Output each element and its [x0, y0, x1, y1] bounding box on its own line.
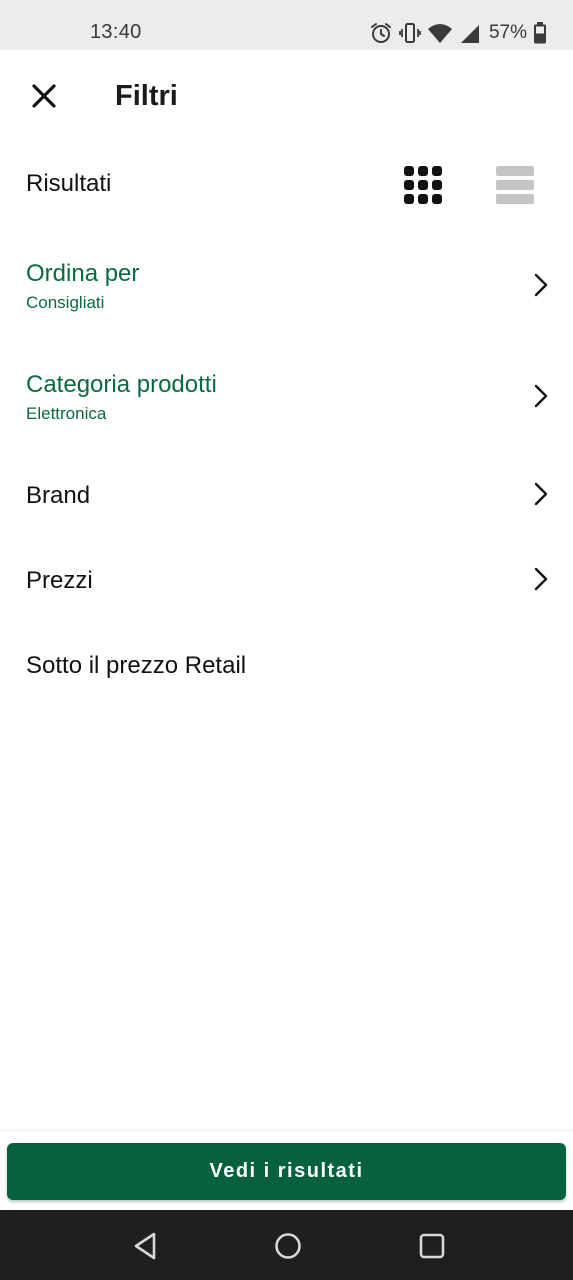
- chevron-right-icon: [534, 482, 548, 506]
- filter-item-brand[interactable]: Brand: [0, 462, 573, 528]
- recents-icon: [419, 1233, 445, 1259]
- grid-view-button[interactable]: [400, 164, 446, 208]
- vibrate-icon: [399, 23, 421, 43]
- grid-view-icon: [404, 166, 442, 204]
- back-icon: [134, 1232, 156, 1260]
- filter-title: Sotto il prezzo Retail: [26, 652, 247, 679]
- filter-title: Prezzi: [26, 567, 93, 594]
- signal-icon: [460, 25, 479, 43]
- results-label: Risultati: [26, 170, 112, 197]
- divider: [0, 1130, 573, 1131]
- filter-subtitle: Elettronica: [26, 404, 107, 423]
- close-icon: [32, 84, 56, 108]
- navigation-bar: [0, 1210, 573, 1280]
- results-row: Risultati: [0, 150, 573, 220]
- page-title: Filtri: [115, 80, 178, 112]
- chevron-right-icon: [534, 567, 548, 591]
- alarm-icon: [370, 23, 391, 43]
- filter-item-categoria-prodotti[interactable]: Categoria prodotti Elettronica: [0, 351, 573, 441]
- filter-title: Categoria prodotti: [26, 371, 217, 398]
- filter-item-ordina-per[interactable]: Ordina per Consigliati: [0, 240, 573, 330]
- chevron-right-icon: [534, 273, 548, 297]
- home-icon: [275, 1233, 301, 1259]
- filter-item-sotto-prezzo-retail[interactable]: Sotto il prezzo Retail: [0, 632, 573, 698]
- list-view-button[interactable]: [492, 164, 538, 208]
- chevron-right-icon: [534, 384, 548, 408]
- see-results-button[interactable]: Vedi i risultati: [7, 1143, 566, 1200]
- filter-title: Brand: [26, 482, 91, 509]
- status-icons: 57%: [369, 20, 547, 46]
- battery-percent: 57%: [488, 22, 527, 43]
- close-button[interactable]: [26, 78, 62, 114]
- nav-back-button[interactable]: [130, 1230, 162, 1262]
- filter-subtitle: Consigliati: [26, 293, 105, 312]
- battery-icon: [534, 22, 546, 44]
- header: Filtri: [0, 50, 573, 140]
- wifi-icon: [427, 24, 452, 43]
- filter-title: Ordina per: [26, 260, 140, 287]
- list-view-icon: [496, 166, 534, 204]
- status-bar: 13:40 57%: [0, 0, 573, 50]
- nav-home-button[interactable]: [272, 1230, 304, 1262]
- status-time: 13:40: [90, 21, 142, 43]
- nav-recents-button[interactable]: [416, 1230, 448, 1262]
- filter-item-prezzi[interactable]: Prezzi: [0, 547, 573, 613]
